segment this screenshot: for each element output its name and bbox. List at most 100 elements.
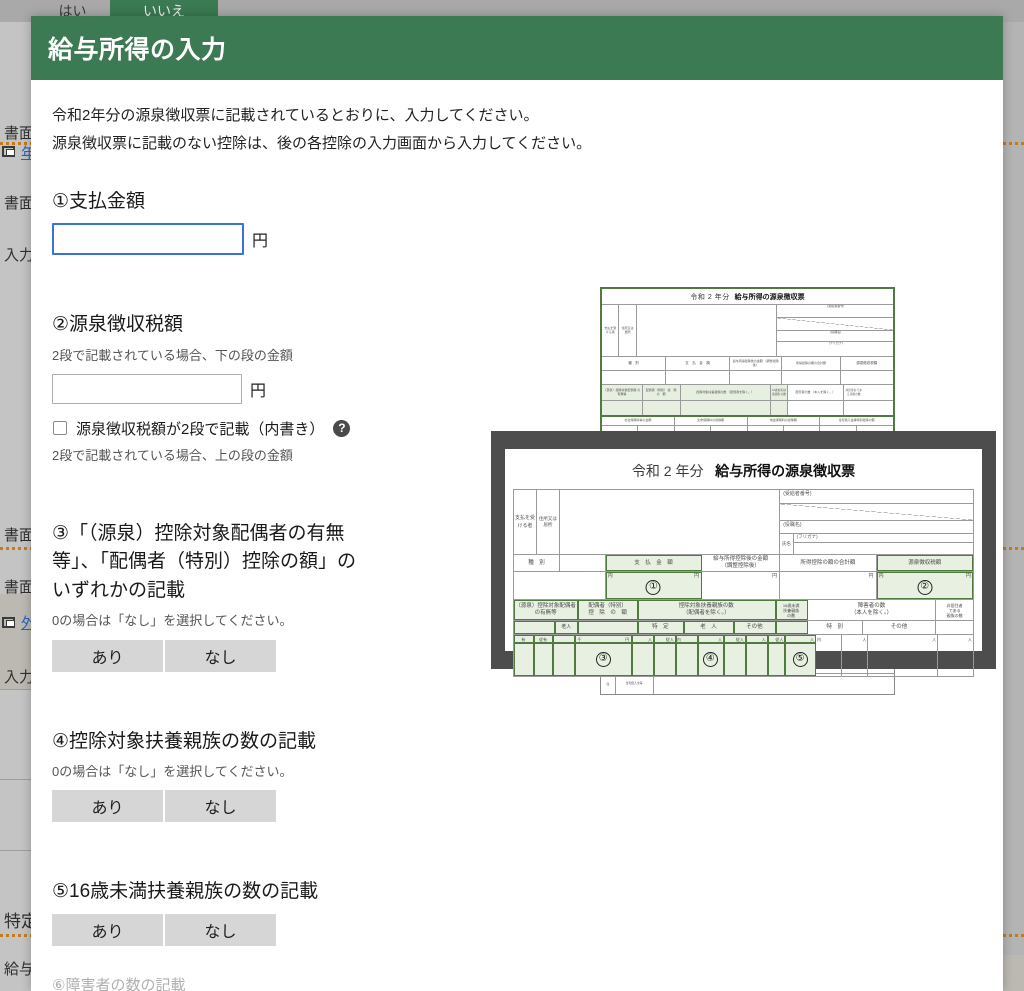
slip-mag-col-disabled: 障害者の数 （本人を除く。）	[808, 600, 937, 620]
slip-mag-col-total-deduction: 所得控除の額の合計額	[780, 555, 877, 571]
slip-mag-v-5	[653, 643, 676, 676]
intro-line-2: 源泉徴収票に記載のない控除は、後の各控除の入力画面から入力してください。	[52, 134, 592, 152]
slip-mag-col-under16: 16歳未満 扶養親族 の数	[775, 600, 808, 620]
slip-mag-yen-3: 円	[868, 573, 874, 579]
slip-mag-units-row: 有 従有 千円 人 従人 内 人 従人 人 従人 人 内 人 人 人	[513, 634, 974, 643]
slip-unit-11: 人	[785, 635, 816, 643]
slip-mag-name-value	[794, 543, 973, 554]
dependents-count-yes-button[interactable]: あり	[52, 790, 163, 823]
slip-mag-col-dependents: 控除対象扶養親族の数 （配偶者を除く。）	[637, 600, 776, 620]
slip-mag-furigana: (フリガナ)	[793, 534, 973, 543]
help-icon[interactable]: ?	[333, 419, 351, 437]
spouse-deduction-buttons: あり なし	[52, 639, 452, 672]
slip-mag-role-name: (役職名)	[780, 521, 973, 534]
slip-mag-sub-tokubetsu: 特 別	[808, 621, 863, 634]
slip-unit-10: 従人	[767, 635, 786, 643]
background-fragment-0: 書面	[4, 125, 35, 142]
slip-unit-6: 内	[675, 635, 698, 643]
slip-mag-sub-sonota: その他	[734, 621, 776, 634]
modal-body: 令和2年分の源泉徴収票に記載されているとおりに、入力してください。 源泉徴収票に…	[31, 80, 1003, 991]
slip-val-after-deduction	[730, 371, 783, 384]
slip-mag-v-6	[675, 643, 698, 676]
slip-mag-v-4	[632, 643, 654, 676]
slip-col-after-deduction: 給与所得控除後の金額 （調整控除後）	[730, 357, 783, 370]
section-withholding-tax-title: ②源泉徴収税額	[52, 314, 184, 335]
slip-val-disabled	[788, 401, 844, 415]
slip-unit-5: 従人	[654, 635, 676, 643]
slip-mag-value-row-2: ③ ④ ⑤	[513, 643, 974, 677]
section-dependents-count: ④控除対象扶養親族の数の記載 0の場合は「なし」を選択してください。 あり なし	[52, 728, 452, 823]
window-icon	[2, 146, 15, 157]
under16-dependents-yes-button[interactable]: あり	[52, 913, 163, 946]
slip-val-nonresident	[844, 401, 864, 415]
slip-mag-v-11: ⑤	[785, 643, 816, 676]
slip-mag-name-label: 氏名	[780, 533, 794, 554]
background-fragment-4: 書面	[4, 527, 35, 544]
slip-mag-diagonal	[780, 504, 973, 521]
two-tier-checkbox-row[interactable]: 源泉徴収税額が2段で記載（内書き） ?	[53, 418, 452, 439]
section-payment-amount: ①支払金額 円	[52, 188, 452, 255]
slip-mag-uchi-1: 内	[607, 573, 613, 579]
slip-mag-v-14	[868, 643, 939, 676]
slip-col-spouse-amount: 配偶者（特別） 控 除 の 額	[642, 385, 681, 400]
under16-dependents-buttons: あり なし	[52, 913, 452, 946]
section-spouse-deduction-title: ③「（源泉）控除対象配偶者の有無等」、「配偶者（特別）控除の額」のいずれかの記載	[52, 522, 357, 601]
slip-col-total-deduction: 所得控除の額の合計額	[782, 357, 841, 370]
slip-mag-subheader-row: 老人 特 定 老 人 その他 特 別 その他	[513, 620, 974, 634]
slip-bottom-value-2	[654, 674, 894, 694]
slip-mag-yen-2: 円	[772, 573, 778, 579]
slip-mag-v-2	[553, 643, 576, 676]
slip-payer-label-2: 住所又は居所	[619, 305, 637, 356]
slip-furigana: (フリガナ)	[828, 340, 843, 345]
slip-marker-3: ③	[595, 652, 611, 667]
slip-unit-9: 人	[745, 635, 768, 643]
slip-footer-label-3: 住宅借入金等特別控除の額	[838, 418, 875, 423]
payment-amount-input[interactable]	[52, 223, 244, 255]
slip-mag-value-row-1: 内 ① 円 円 円 内 ② 円	[513, 572, 974, 600]
slip-mag-receiver-block: (受給者番号) (役職名) 氏名 (フリガナ)	[780, 490, 973, 554]
section-withholding-tax: ②源泉徴収税額 2段で記載されている場合、下の段の金額 円 源泉徴収税額が2段で…	[52, 311, 452, 465]
slip-mag-v-8	[723, 643, 746, 676]
withholding-tax-unit: 円	[250, 382, 267, 400]
spouse-deduction-yes-button[interactable]: あり	[52, 639, 163, 672]
background-right-block	[1003, 955, 1024, 991]
spouse-deduction-no-button[interactable]: なし	[165, 639, 276, 672]
slip-mag-sub-blank-2	[578, 621, 638, 634]
slip-overview-value-row-2	[602, 400, 893, 415]
slip-mag-header-row-2: （源泉）控除対象配偶者 の有無等 配偶者（特別） 控 除 の 額 控除対象扶養親…	[513, 600, 974, 620]
slip-mag-col-spouse-amount: 配偶者（特別） 控 除 の 額	[578, 600, 638, 620]
slip-col-under16: 16歳未満 扶養親族 の数	[770, 385, 789, 400]
slip-mag-receiver-number: (受給者番号)	[780, 490, 973, 505]
section-payment-amount-title: ①支払金額	[52, 190, 146, 212]
background-divider-3	[0, 850, 35, 851]
slip-mag-sub-blank-1	[514, 621, 556, 634]
payment-amount-row: 円	[52, 223, 452, 255]
dependents-count-no-button[interactable]: なし	[165, 790, 276, 823]
slip-overview-value-row-1	[602, 370, 893, 384]
slip-marker-1: ①	[645, 579, 661, 595]
withholding-tax-input[interactable]	[52, 373, 242, 404]
slip-val-total-deduction	[782, 371, 841, 384]
slip-mag-v-15	[938, 643, 973, 676]
under16-dependents-no-button[interactable]: なし	[165, 913, 276, 946]
slip-receiver-block: (受給者番号) (役職名) (フリガナ)	[776, 305, 893, 356]
slip-mag-sub-blank-3	[775, 621, 808, 634]
slip-mag-v-7: ④	[697, 643, 724, 676]
section-under16-dependents-title: ⑤16歳未満扶養親族の数の記載	[52, 881, 319, 903]
section-under16-dependents: ⑤16歳未満扶養親族の数の記載 あり なし	[52, 878, 452, 946]
section-spouse-deduction: ③「（源泉）控除対象配偶者の有無等」、「配偶者（特別）控除の額」のいずれかの記載…	[52, 520, 452, 672]
slip-bottom-mark-2: 住	[601, 674, 616, 694]
slip-mag-header-row-1: 種 別 支 払 金 額 給与所得控除後の金額 （調整控除後） 所得控除の額の合計…	[513, 555, 974, 572]
slip-unit-13: 人	[842, 635, 869, 643]
slip-footer-label-2: 地震保険料の控除額	[748, 417, 821, 425]
section-dependents-count-title: ④控除対象扶養親族の数の記載	[52, 730, 317, 752]
slip-mag-yen-4: 円	[965, 573, 971, 579]
slip-val-under16	[770, 401, 789, 415]
background-divider-2	[0, 779, 35, 780]
slip-mag-sub-blank-4	[936, 621, 973, 634]
dependents-count-buttons: あり なし	[52, 790, 452, 823]
two-tier-checkbox[interactable]	[53, 421, 67, 436]
form-column: ①支払金額 円 ②源泉徴収税額 2段で記載されている場合、下の段の金額 円 源泉…	[52, 188, 452, 991]
slip-mag-col-type-blank	[560, 555, 606, 571]
